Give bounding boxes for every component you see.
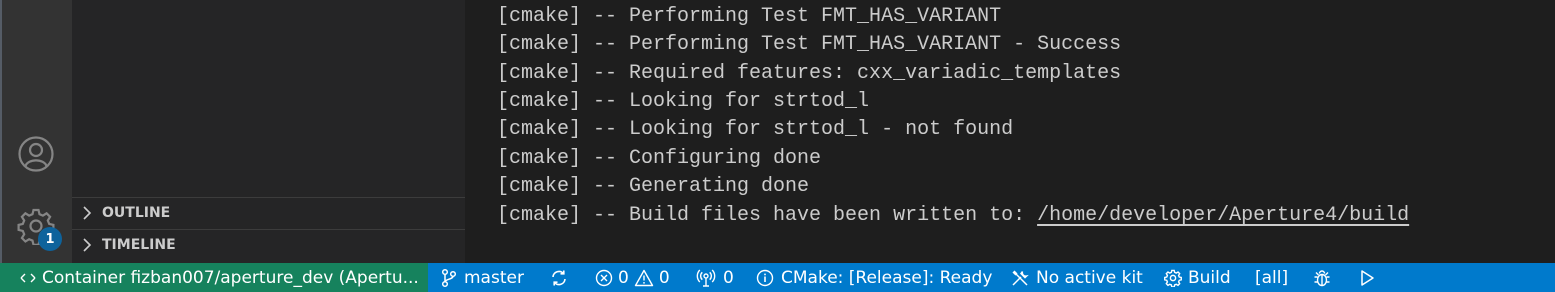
- status-bar: Container fizban007/aperture_dev (Apertu…: [0, 263, 1555, 292]
- remote-label: Container fizban007/aperture_dev (Apertu…: [42, 267, 419, 288]
- remote-indicator[interactable]: Container fizban007/aperture_dev (Apertu…: [0, 263, 428, 292]
- kit-selector[interactable]: No active kit: [1010, 263, 1143, 292]
- terminal-line: [cmake] -- Required features: cxx_variad…: [497, 62, 1122, 85]
- git-branch-item[interactable]: master: [440, 263, 524, 292]
- warning-count: 0: [658, 267, 670, 288]
- cmake-status-label: CMake: [Release]: Ready: [781, 267, 993, 288]
- activity-bar: 1: [0, 0, 72, 263]
- terminal-line-text: [cmake] -- Build files have been written…: [497, 204, 1038, 227]
- sidebar: OUTLINE TIMELINE: [72, 0, 465, 263]
- chevron-right-icon: [82, 238, 94, 252]
- build-path-link[interactable]: /home/developer/Aperture4/build: [1037, 204, 1409, 227]
- terminal-line: [cmake] -- Build files have been written…: [497, 202, 1409, 230]
- gear-icon: [1164, 269, 1182, 287]
- play-icon: [1361, 269, 1374, 286]
- remote-icon: [20, 273, 36, 282]
- outline-section-header[interactable]: OUTLINE: [72, 197, 465, 228]
- run-button[interactable]: [1359, 263, 1375, 292]
- build-label: Build: [1188, 267, 1231, 288]
- error-count: 0: [618, 267, 629, 288]
- problems-item[interactable]: 0 0: [595, 263, 670, 292]
- ports-item[interactable]: 0: [696, 263, 734, 292]
- broadcast-icon: [696, 269, 716, 287]
- tools-icon: [1012, 269, 1029, 286]
- info-icon: [756, 269, 774, 286]
- terminal-line: [cmake] -- Performing Test FMT_HAS_VARIA…: [497, 33, 1122, 56]
- bug-icon: [1314, 269, 1330, 286]
- terminal-line: [cmake] -- Generating done: [497, 175, 810, 198]
- timeline-section-title: TIMELINE: [102, 237, 176, 253]
- ports-count: 0: [723, 267, 734, 288]
- terminal-output[interactable]: [cmake] -- Performing Test FMT_HAS_VARIA…: [465, 0, 1555, 263]
- git-branch-label: master: [464, 267, 524, 288]
- kit-label: No active kit: [1036, 267, 1143, 288]
- outline-section-title: OUTLINE: [102, 205, 171, 221]
- activity-bar-edge: [0, 0, 2, 263]
- chevron-right-icon: [82, 206, 94, 220]
- git-branch-icon: [441, 268, 457, 287]
- cmake-status-item[interactable]: CMake: [Release]: Ready: [756, 263, 992, 292]
- settings-badge: 1: [38, 227, 62, 251]
- terminal-line: [cmake] -- Looking for strtod_l: [497, 90, 870, 113]
- debug-button[interactable]: [1313, 263, 1331, 292]
- sync-icon: [552, 270, 566, 285]
- error-icon: [595, 269, 613, 286]
- terminal-line: [cmake] -- Looking for strtod_l - not fo…: [497, 118, 1014, 141]
- timeline-section-header[interactable]: TIMELINE: [72, 229, 465, 260]
- terminal-line: [cmake] -- Configuring done: [497, 147, 822, 170]
- build-target-label: [all]: [1255, 267, 1289, 288]
- build-target-selector[interactable]: [all]: [1255, 263, 1288, 292]
- account-icon[interactable]: [16, 134, 56, 174]
- warning-icon: [634, 269, 654, 286]
- sync-button[interactable]: [549, 263, 569, 292]
- terminal-line: [cmake] -- Performing Test FMT_HAS_VARIA…: [497, 5, 1002, 28]
- build-button[interactable]: Build: [1164, 263, 1231, 292]
